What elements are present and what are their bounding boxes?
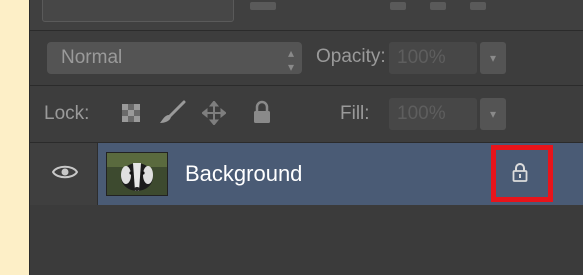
filter-icon[interactable] — [430, 2, 446, 10]
updown-arrows-icon: ▴ ▾ — [287, 46, 294, 74]
opacity-label: Opacity: — [316, 46, 386, 67]
layer-row-background[interactable]: Background — [30, 143, 583, 205]
lock-fill-row: Lock: Fill: 100% ▾ — [30, 86, 583, 143]
layer-name[interactable]: Background — [185, 161, 302, 187]
blend-opacity-row: Normal ▴ ▾ Opacity: 100% ▾ — [30, 31, 583, 86]
fill-dropdown-button[interactable]: ▾ — [480, 98, 506, 130]
opacity-field[interactable]: 100% — [389, 42, 477, 74]
blend-mode-value: Normal — [61, 47, 123, 68]
filter-icon[interactable] — [470, 2, 486, 10]
filter-icon[interactable] — [250, 2, 276, 10]
opacity-dropdown-button[interactable]: ▾ — [480, 42, 506, 74]
brush-icon[interactable] — [158, 100, 186, 131]
layer-thumbnail[interactable] — [106, 152, 168, 196]
move-icon[interactable] — [201, 100, 227, 130]
layers-empty-area — [30, 205, 583, 275]
blend-mode-select[interactable]: Normal ▴ ▾ — [47, 42, 302, 74]
chevron-down-icon: ▾ — [489, 107, 497, 121]
lock-icon[interactable] — [252, 100, 272, 129]
fill-field[interactable]: 100% — [389, 98, 477, 130]
highlight-box — [491, 145, 553, 202]
top-toolbar-strip — [30, 0, 583, 31]
filter-icon[interactable] — [390, 2, 406, 10]
checkerboard-icon[interactable] — [122, 104, 140, 127]
chevron-down-icon: ▾ — [489, 51, 497, 65]
lock-label: Lock: — [44, 103, 90, 124]
eye-icon[interactable] — [51, 163, 79, 186]
fill-label: Fill: — [340, 103, 370, 124]
layer-filter-field[interactable] — [42, 0, 234, 22]
layers-panel: Normal ▴ ▾ Opacity: 100% ▾ Lock: Fill: 1… — [29, 0, 583, 275]
